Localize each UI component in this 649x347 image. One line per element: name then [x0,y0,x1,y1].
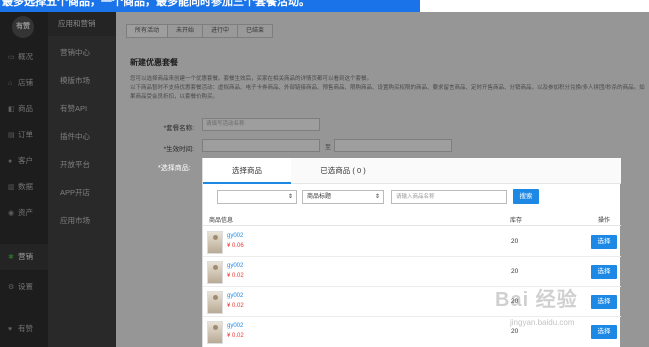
tab-select-goods[interactable]: 选择商品 [203,158,291,184]
select-goods-label: *选择商品: [158,165,191,172]
search-field-select-value: 商品标题 [307,194,332,200]
screen: 最多选择五个商品，一个商品，最多能同时参加三个套餐活动。 有赞 ▭ 概况 ⌂ 店铺 … [0,0,649,347]
select-arrows-icon: ⇕ [374,194,380,200]
product-name-link[interactable]: gy002 [227,323,243,329]
product-stock: 20 [511,238,519,245]
product-thumbnail [207,321,223,344]
watermark-url: jingyan.baidu.com [510,318,575,327]
product-price: ¥ 0.02 [227,273,244,279]
product-stock: 20 [511,328,519,335]
search-field-select[interactable]: 商品标题 ⇕ [302,190,384,204]
product-price: ¥ 0.06 [227,243,244,249]
tab-selected-goods[interactable]: 已选商品 ( 0 ) [291,158,395,184]
table-row: gy002 ¥ 0.06 20 选择 [203,228,621,257]
select-product-button[interactable]: 选择 [591,235,617,249]
product-stock: 20 [511,268,519,275]
caption-banner: 最多选择五个商品，一个商品，最多能同时参加三个套餐活动。 [0,0,420,12]
modal-tabs: 选择商品 已选商品 ( 0 ) [203,158,621,184]
product-thumbnail [207,261,223,284]
search-button[interactable]: 搜索 [513,189,539,204]
goods-table-header: 商品信息 库存 操作 [203,212,621,226]
product-name-link[interactable]: gy002 [227,263,243,269]
product-thumbnail [207,291,223,314]
baidu-watermark: Bai 经验 [495,289,578,311]
select-product-button[interactable]: 选择 [591,265,617,279]
goods-search-input[interactable]: 请输入商品名称 [391,190,507,204]
product-name-link[interactable]: gy002 [227,233,243,239]
category-select[interactable]: ⇕ [217,190,297,204]
column-action: 操作 [598,218,611,224]
product-name-link[interactable]: gy002 [227,293,243,299]
product-thumbnail [207,231,223,254]
product-price: ¥ 0.02 [227,333,244,339]
select-product-button[interactable]: 选择 [591,295,617,309]
caption-text: 最多选择五个商品，一个商品，最多能同时参加三个套餐活动。 [2,0,310,8]
select-arrows-icon: ⇕ [287,194,293,200]
product-price: ¥ 0.02 [227,303,244,309]
select-product-button[interactable]: 选择 [591,325,617,339]
column-stock: 库存 [510,218,523,224]
column-goods-info: 商品信息 [209,218,234,224]
